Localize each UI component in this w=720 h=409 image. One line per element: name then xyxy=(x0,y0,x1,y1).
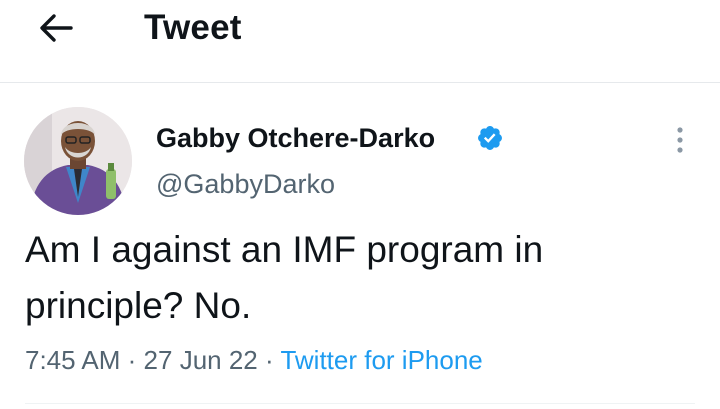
verified-badge-icon xyxy=(478,126,502,150)
back-button[interactable] xyxy=(30,8,82,48)
avatar[interactable] xyxy=(24,107,132,215)
author-name[interactable]: Gabby Otchere-Darko xyxy=(156,120,435,156)
tweet-time[interactable]: 7:45 AM xyxy=(25,345,120,375)
avatar-image xyxy=(24,107,132,215)
more-vertical-icon xyxy=(677,127,683,153)
top-bar: Tweet xyxy=(0,0,720,83)
tweet-meta: 7:45 AM · 27 Jun 22 · Twitter for iPhone xyxy=(25,342,483,378)
tweet-date[interactable]: 27 Jun 22 xyxy=(144,345,258,375)
tweet-text: Am I against an IMF program in principle… xyxy=(25,229,544,326)
more-options-button[interactable] xyxy=(664,120,696,160)
tweet-source-link[interactable]: Twitter for iPhone xyxy=(280,345,482,375)
separator: · xyxy=(127,345,137,375)
divider xyxy=(25,403,695,404)
separator: · xyxy=(265,345,274,375)
page-title: Tweet xyxy=(144,8,242,47)
arrow-left-icon xyxy=(40,14,73,42)
author-handle[interactable]: @GabbyDarko xyxy=(156,166,335,202)
